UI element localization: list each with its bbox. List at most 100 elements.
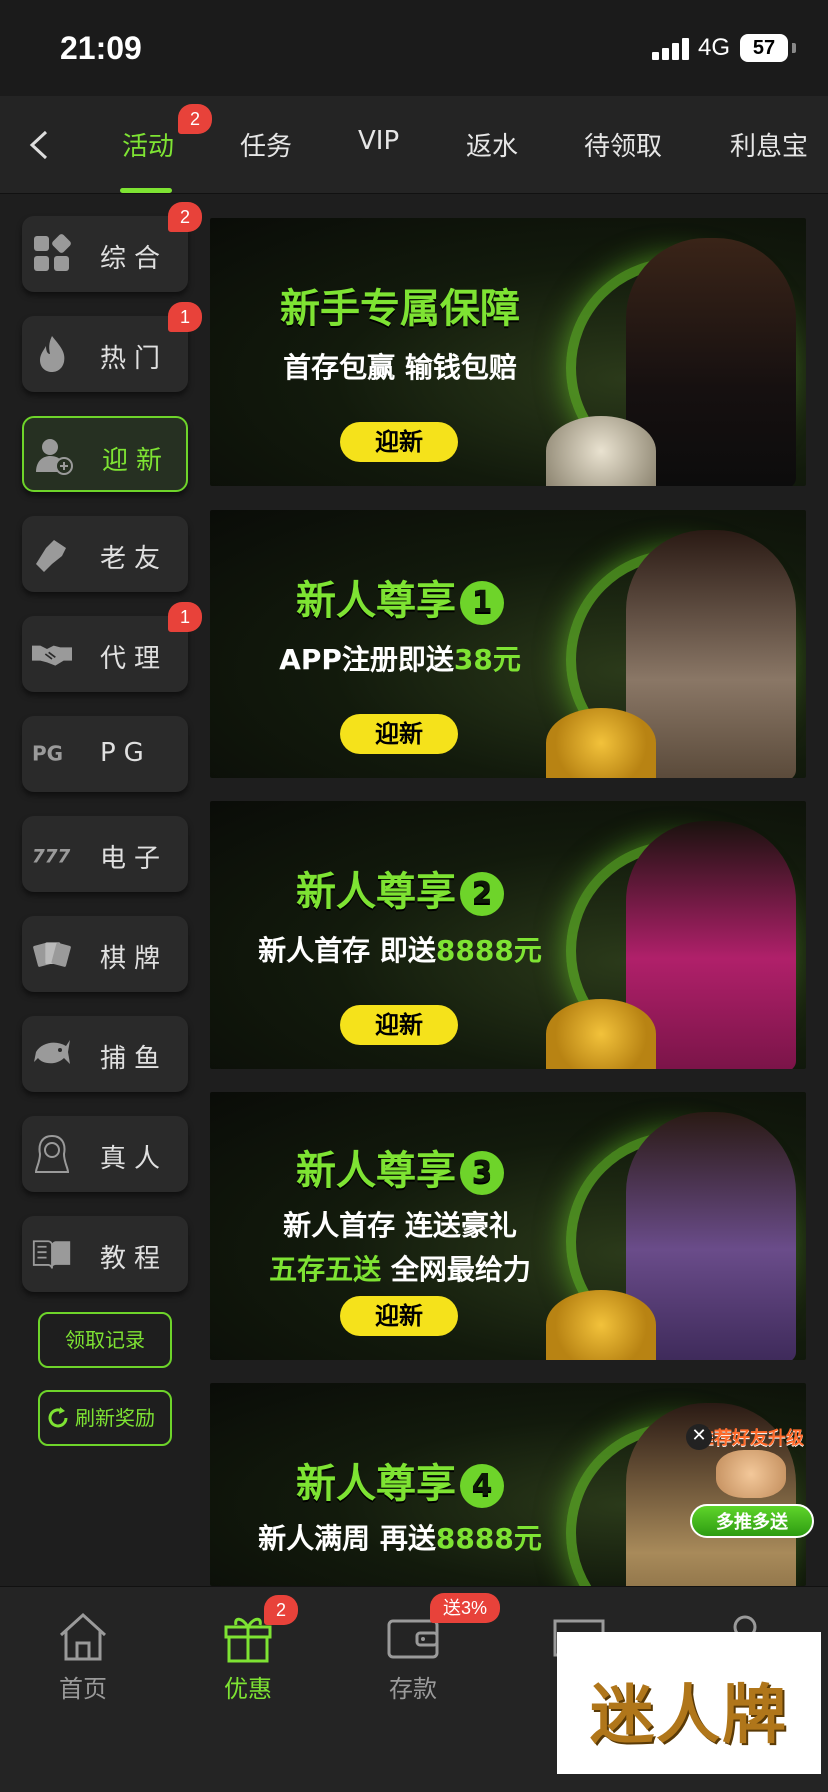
cards-icon [33, 942, 71, 967]
book-icon [32, 1240, 71, 1269]
nav-promotions[interactable]: 优惠 [193, 1611, 303, 1704]
coins-image [546, 1290, 656, 1360]
claim-records-button[interactable]: 领取记录 [38, 1312, 172, 1368]
banner-subtitle: 新人首存 连送豪礼 [283, 1209, 517, 1242]
promo-banner[interactable]: 新人尊享 1 APP注册即送38元 迎新 [210, 510, 806, 778]
sidebar-item-label: 电子 [100, 844, 169, 874]
sidebar-item-label: PG [100, 738, 152, 768]
refresh-rewards-label: 刷新奖励 [75, 1406, 155, 1430]
close-icon[interactable]: ✕ [686, 1424, 712, 1450]
sidebar-hot-badge: 1 [168, 302, 202, 332]
promo-banner[interactable]: 新人尊享 3 新人首存 连送豪礼 五存五送 全网最给力 迎新 [210, 1092, 806, 1360]
banner-subtitle: 新人满周 再送 [258, 1522, 436, 1555]
active-tab-indicator [120, 188, 172, 193]
pg-logo-icon: PG [32, 742, 63, 766]
banner-subtitle-2: 全网最给力 [381, 1253, 531, 1286]
tab-activity-badge: 2 [178, 104, 212, 134]
tab-interest[interactable]: 利息宝 [730, 126, 808, 163]
banner-highlight: 五存五送 [269, 1253, 382, 1286]
nav-deposit-badge: 送3% [430, 1593, 500, 1623]
sidebar-item-chess-cards[interactable]: 棋牌 [22, 916, 188, 992]
grid-icon [34, 234, 71, 271]
nav-home[interactable]: 首页 [28, 1611, 138, 1704]
sidebar-item-label: 热门 [100, 344, 169, 374]
sidebar-item-live[interactable]: 真人 [22, 1116, 188, 1192]
banner-title: 新手专属保障 [280, 286, 520, 332]
promo-banner[interactable]: 新手专属保障 首存包赢 输钱包赔 迎新 [210, 218, 806, 486]
sidebar-item-hot[interactable]: 热门 [22, 316, 188, 392]
handshake-fist-icon [36, 540, 66, 572]
banner-number-badge: 3 [460, 1151, 504, 1195]
status-time: 21:09 [60, 30, 142, 66]
banner-title: 新人尊享 [296, 578, 456, 624]
brand-watermark: 迷人牌 [557, 1632, 821, 1774]
sidebar-general-badge: 2 [168, 202, 202, 232]
tab-activity[interactable]: 活动 [122, 126, 174, 163]
sidebar-item-label: 迎新 [102, 446, 171, 476]
sidebar-item-label: 综合 [100, 244, 169, 274]
banner-number-badge: 4 [460, 1464, 504, 1508]
sidebar-item-tutorial[interactable]: 教程 [22, 1216, 188, 1292]
battery-icon: 57 [740, 34, 788, 62]
sidebar-item-label: 捕鱼 [100, 1044, 169, 1074]
svg-text:PG: PG [32, 742, 63, 766]
refresh-icon [48, 1407, 68, 1428]
banner-number-badge: 2 [460, 872, 504, 916]
sidebar-item-pg[interactable]: PG PG [22, 716, 188, 792]
welcome-cta-button[interactable]: 迎新 [340, 714, 458, 754]
signal-icon [652, 38, 692, 60]
banner-number-badge: 1 [460, 581, 504, 625]
banner-title: 新人尊享 [296, 869, 456, 915]
tab-tasks[interactable]: 任务 [240, 126, 292, 163]
banner-title: 新人尊享 [296, 1148, 456, 1194]
brand-logo-text: 迷人牌 [590, 1678, 788, 1753]
sidebar-item-label: 棋牌 [100, 944, 169, 974]
sidebar-agent-badge: 1 [168, 602, 202, 632]
banner-subtitle: 新人首存 即送 [258, 934, 436, 967]
coins-image [546, 999, 656, 1069]
sidebar-item-label: 教程 [100, 1244, 169, 1274]
banner-subtitle: 首存包赢 输钱包赔 [283, 351, 517, 384]
chips-image [546, 416, 656, 486]
home-icon [59, 1612, 107, 1661]
promo-banner[interactable]: 新人尊享 2 新人首存 即送8888元 迎新 [210, 801, 806, 1069]
back-button[interactable] [20, 120, 60, 170]
banner-highlight: 8888元 [435, 1522, 542, 1555]
sidebar-item-old-friends[interactable]: 老友 [22, 516, 188, 592]
sidebar-item-label: 老友 [100, 544, 169, 574]
referral-float-button[interactable]: 多推多送 [690, 1504, 814, 1538]
slot-777-icon: 777 [32, 846, 71, 867]
banner-highlight: 8888元 [435, 934, 542, 967]
nav-deposit[interactable]: 存款 [358, 1611, 468, 1704]
sidebar-item-agent[interactable]: 代理 [22, 616, 188, 692]
tab-pending[interactable]: 待领取 [584, 126, 662, 163]
sidebar-item-label: 真人 [100, 1144, 169, 1174]
chevron-left-icon [29, 130, 48, 160]
sidebar-item-general[interactable]: 综合 [22, 216, 188, 292]
welcome-cta-button[interactable]: 迎新 [340, 1005, 458, 1045]
banner-highlight: 38元 [453, 643, 521, 676]
referral-float-title: 推荐好友升级 [696, 1428, 804, 1449]
sidebar-item-label: 代理 [100, 644, 169, 674]
nav-label: 优惠 [224, 1675, 272, 1703]
tab-vip[interactable]: VIP [358, 126, 399, 156]
status-bar: 21:09 4G 57 [0, 0, 828, 96]
sidebar-item-welcome[interactable]: 迎新 [22, 416, 188, 492]
nav-promotions-badge: 2 [264, 1595, 298, 1625]
tab-rebate[interactable]: 返水 [466, 126, 518, 163]
welcome-cta-button[interactable]: 迎新 [340, 422, 458, 462]
battery-tip [792, 43, 796, 53]
refresh-rewards-button[interactable]: 刷新奖励 [38, 1390, 172, 1446]
svg-text:777: 777 [32, 846, 71, 867]
welcome-cta-button[interactable]: 迎新 [340, 1296, 458, 1336]
live-dealer-icon [34, 1134, 70, 1173]
referral-float-widget[interactable]: 推荐好友升级 ✕ 多推多送 [686, 1424, 818, 1542]
sidebar-item-slots[interactable]: 777 电子 [22, 816, 188, 892]
handshake-icon [32, 645, 72, 666]
coins-image [546, 708, 656, 778]
nav-label: 存款 [389, 1675, 437, 1703]
user-add-icon [36, 439, 73, 475]
sidebar-item-fishing[interactable]: 捕鱼 [22, 1016, 188, 1092]
handshake-image [716, 1450, 786, 1498]
banner-subtitle: APP注册即送 [279, 643, 454, 676]
